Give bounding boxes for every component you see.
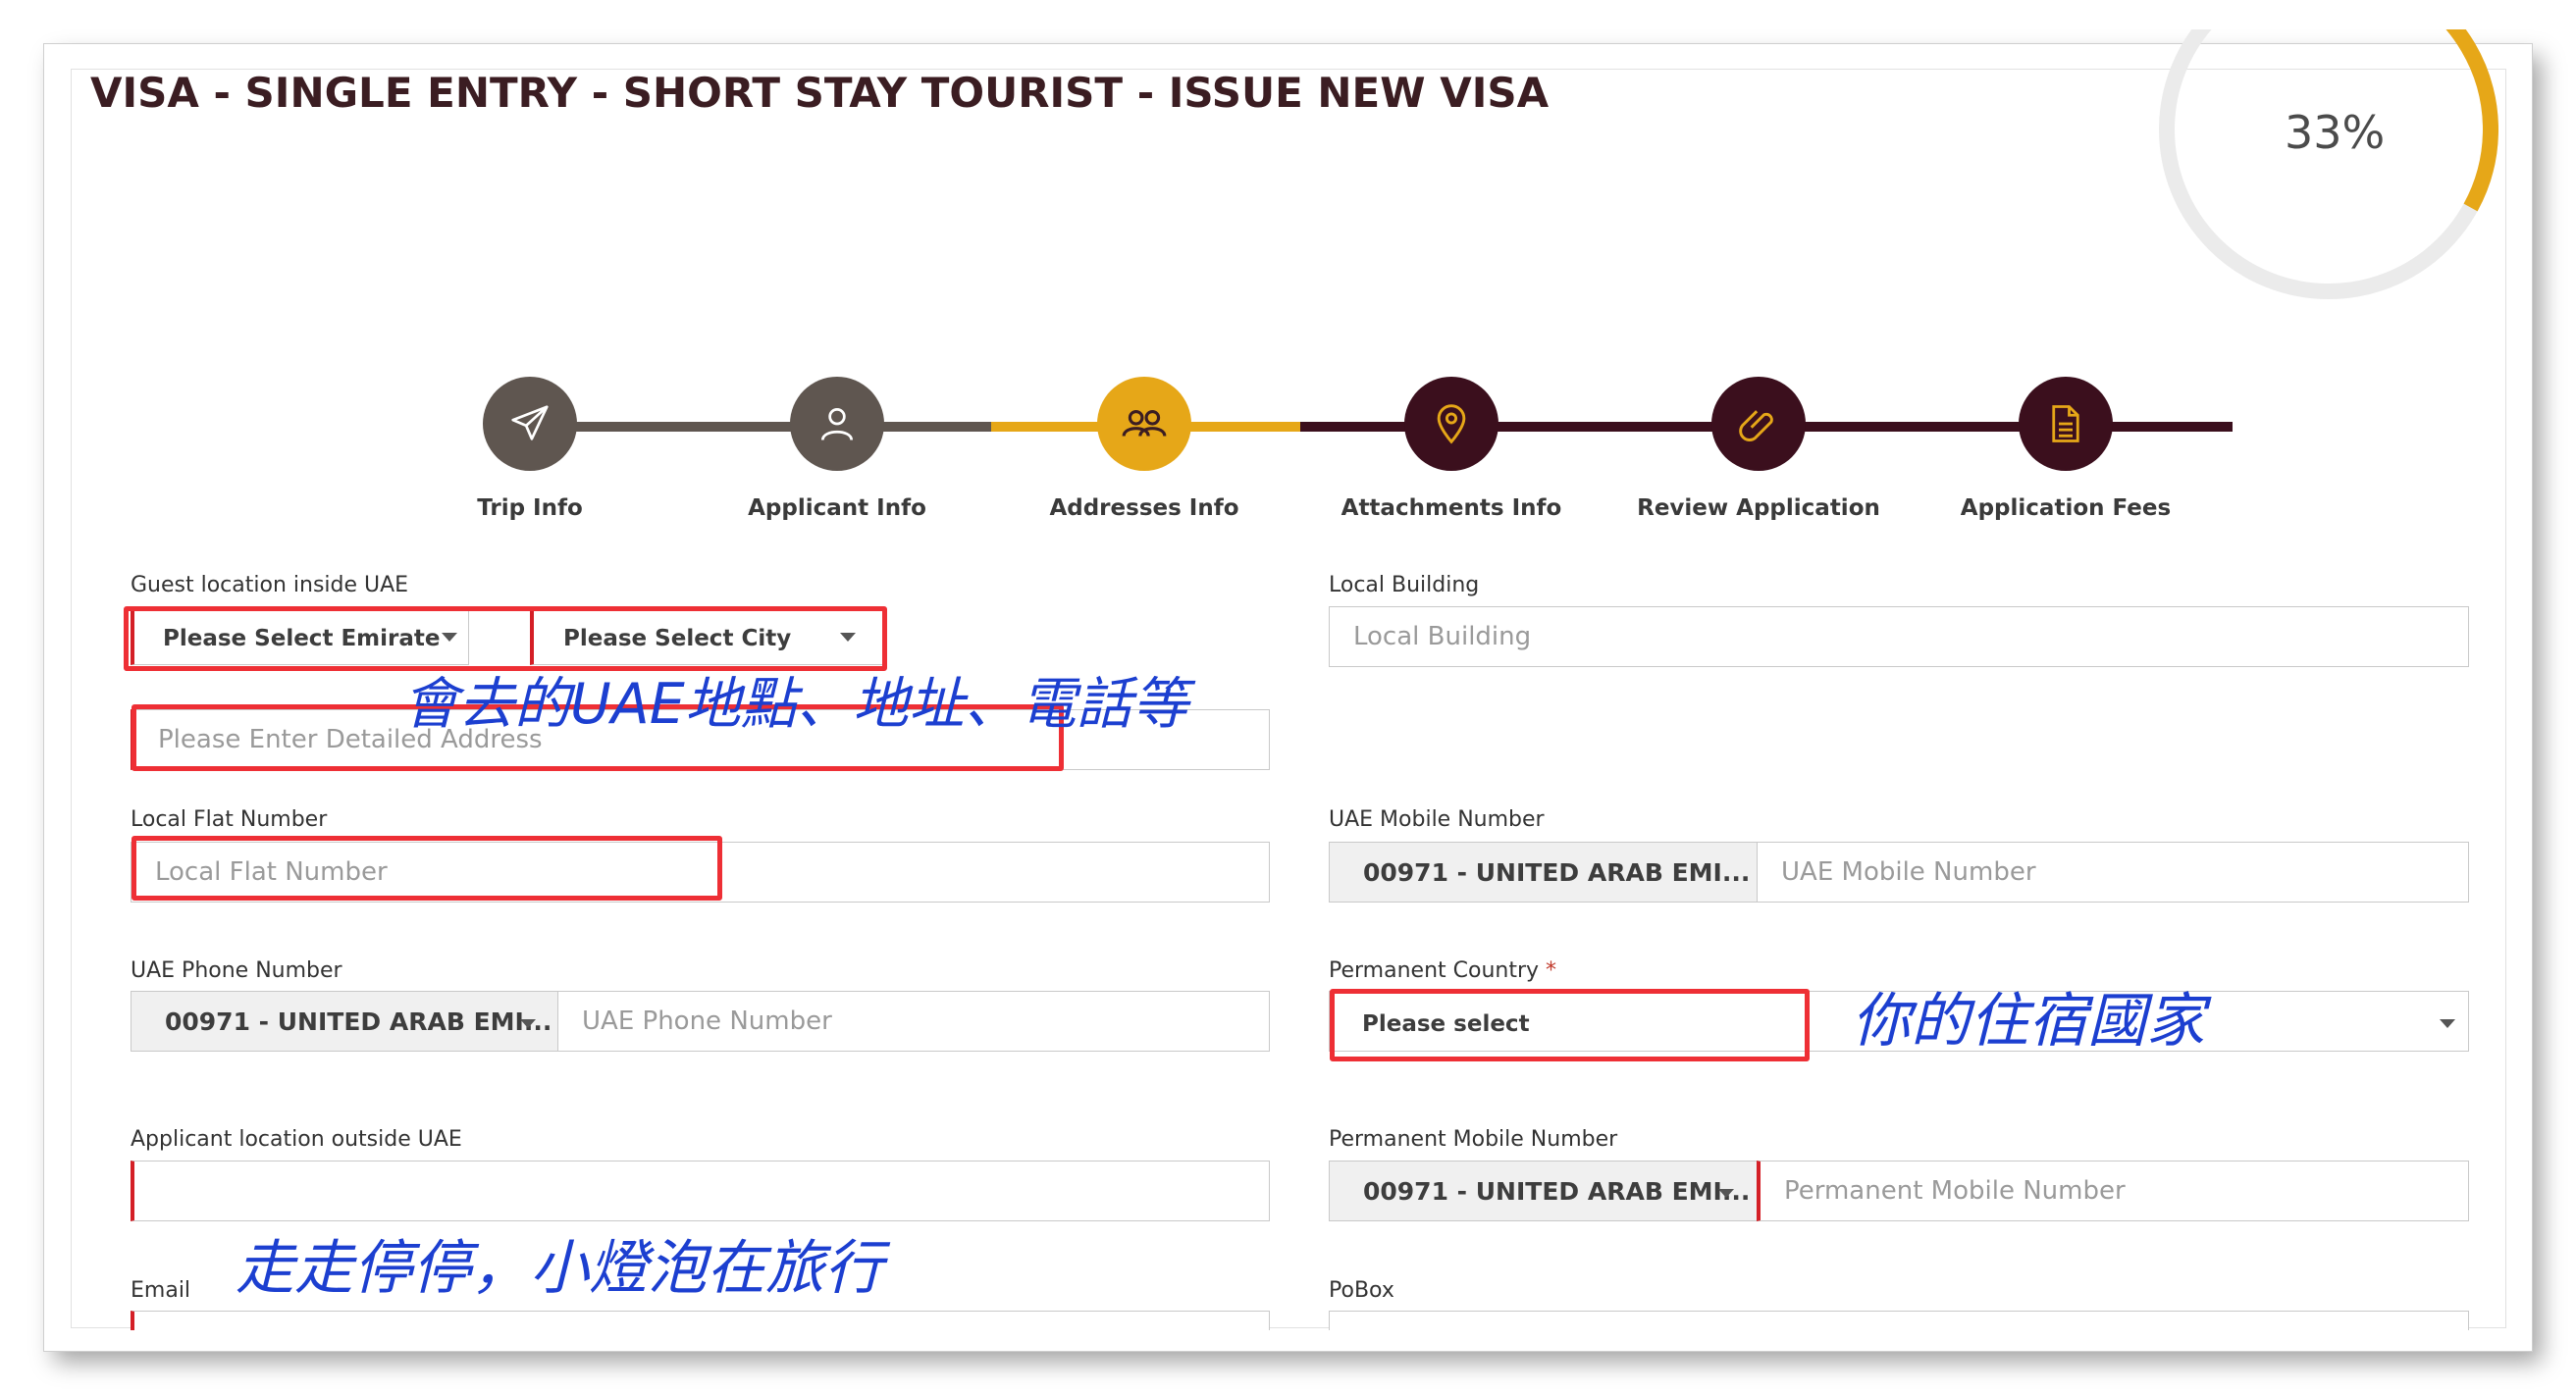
local-building-label: Local Building [1329, 573, 1480, 597]
step-applicant-info[interactable] [790, 377, 884, 471]
required-mark: * [1546, 958, 1557, 983]
uae-phone-label: UAE Phone Number [131, 958, 342, 983]
permanent-mobile-input[interactable]: Permanent Mobile Number [1757, 1161, 2469, 1221]
permanent-mobile-code-text: 00971 - UNITED ARAB EMI... [1363, 1176, 1751, 1206]
step-label-addresses-info: Addresses Info [1049, 495, 1239, 521]
applicant-location-label: Applicant location outside UAE [131, 1127, 462, 1152]
permanent-mobile-label: Permanent Mobile Number [1329, 1127, 1618, 1152]
guest-location-label: Guest location inside UAE [131, 573, 409, 597]
email-label: Email [131, 1278, 191, 1303]
handwritten-watermark: 走走停停，小燈泡在旅行 [236, 1234, 883, 1303]
chevron-down-icon [2440, 1019, 2455, 1028]
paperclip-icon [1739, 410, 1773, 441]
annotation-box-permanent-country [1330, 989, 1810, 1061]
step-review-application[interactable] [1711, 377, 1806, 471]
step-label-trip-info: Trip Info [477, 495, 583, 521]
uae-phone-country-code[interactable]: 00971 - UNITED ARAB EMI... [131, 991, 558, 1052]
step-trip-info[interactable] [483, 377, 577, 471]
step-label-application-fees: Application Fees [1960, 495, 2172, 521]
step-application-fees[interactable] [2019, 377, 2113, 471]
email-input[interactable] [131, 1311, 1270, 1330]
local-building-input[interactable]: Local Building [1329, 606, 2469, 667]
step-label-review-application: Review Application [1637, 495, 1880, 521]
local-flat-label: Local Flat Number [131, 807, 328, 832]
uae-mobile-code-text: 00971 - UNITED ARAB EMI... [1363, 857, 1751, 887]
document-icon [2052, 405, 2079, 442]
pobox-label: PoBox [1329, 1278, 1394, 1303]
chevron-down-icon [520, 1019, 536, 1028]
uae-phone-code-text: 00971 - UNITED ARAB EMI... [165, 1007, 552, 1036]
step-label-applicant-info: Applicant Info [748, 495, 926, 521]
step-addresses-info[interactable] [1097, 377, 1191, 471]
handwritten-note-country: 你的住宿國家 [1852, 987, 2205, 1056]
step-attachments-info[interactable] [1404, 377, 1498, 471]
uae-phone-input[interactable]: UAE Phone Number [557, 991, 1270, 1052]
uae-mobile-label: UAE Mobile Number [1329, 807, 1545, 832]
permanent-country-label-text: Permanent Country [1329, 958, 1540, 983]
permanent-mobile-country-code[interactable]: 00971 - UNITED ARAB EMI... [1329, 1161, 1758, 1221]
group-icon [1122, 409, 1167, 437]
uae-mobile-input[interactable]: UAE Mobile Number [1757, 842, 2469, 903]
location-pin-icon [1437, 404, 1466, 444]
progress-ring [2159, 29, 2498, 299]
applicant-location-input[interactable] [131, 1161, 1270, 1221]
step-label-attachments-info: Attachments Info [1341, 495, 1562, 521]
progress-percent: 33% [2285, 106, 2386, 159]
chevron-down-icon [1718, 1189, 1734, 1198]
handwritten-note-uae-address: 會去的UAE地點、地址、電話等 [402, 672, 1188, 737]
person-icon [820, 407, 854, 440]
annotation-box-flat-number [131, 836, 722, 901]
uae-mobile-country-code[interactable]: 00971 - UNITED ARAB EMI... [1329, 842, 1758, 903]
pobox-input[interactable] [1329, 1311, 2469, 1330]
permanent-country-label: Permanent Country * [1329, 958, 1556, 983]
page-title: VISA - SINGLE ENTRY - SHORT STAY TOURIST… [90, 69, 1550, 117]
airplane-icon [511, 405, 549, 440]
